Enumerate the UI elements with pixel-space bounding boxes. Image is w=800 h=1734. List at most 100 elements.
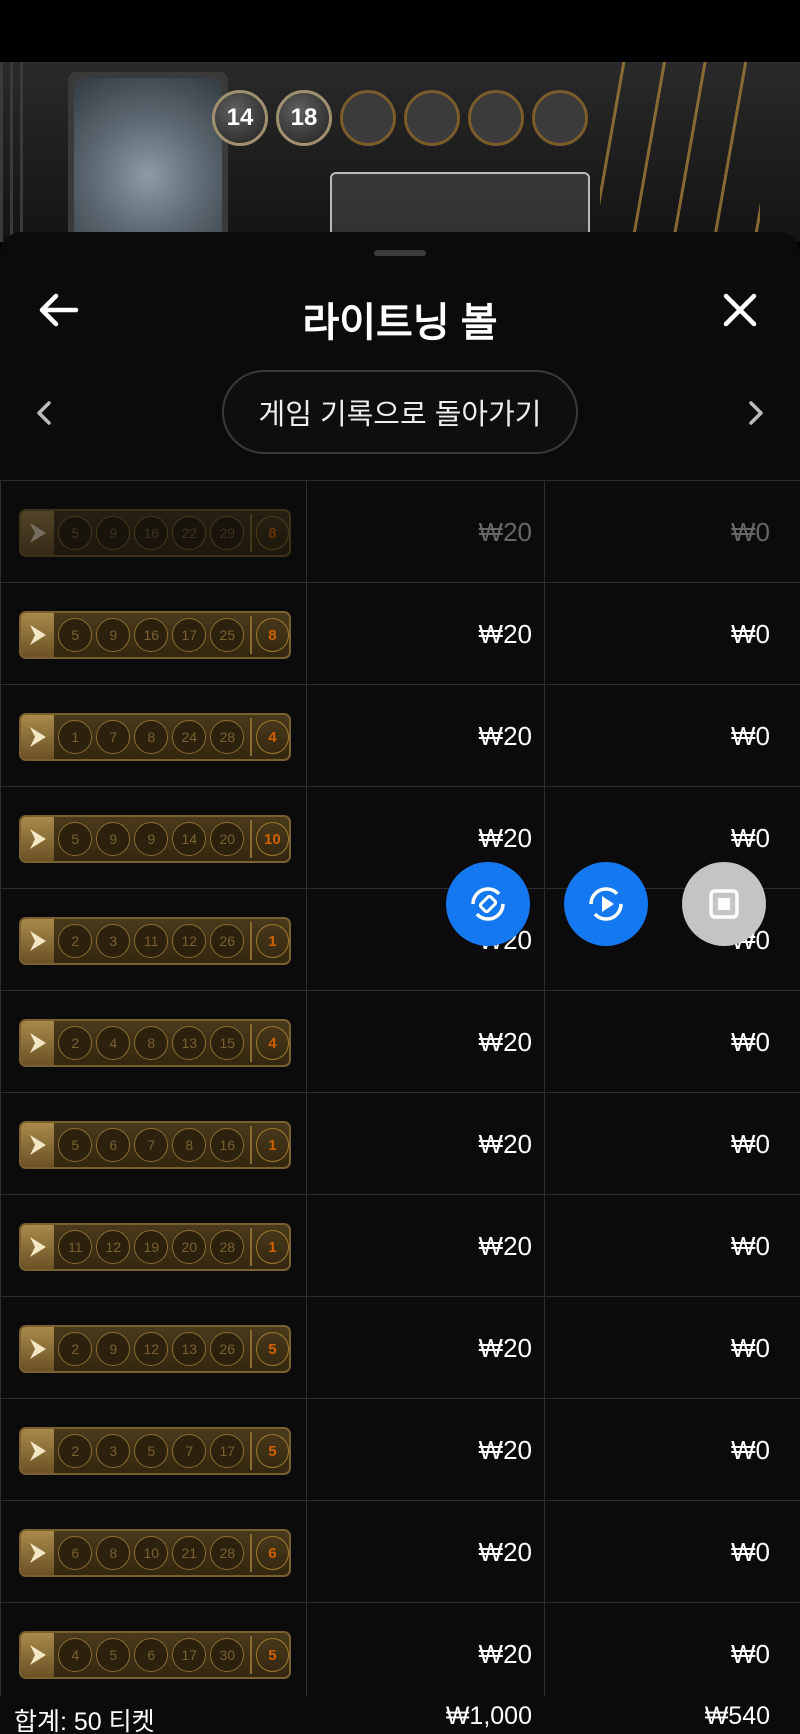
ticket-multiplier: 4	[255, 1026, 289, 1060]
ticket-stake: ₩20	[306, 1501, 544, 1603]
ticket-number: 7	[172, 1434, 207, 1468]
table-row[interactable]: 2 9 12 13 26 5 ₩20 ₩0	[0, 1296, 800, 1399]
ticket: 2 9 12 13 26 5	[19, 1325, 291, 1373]
ticket-number: 2	[58, 1434, 93, 1468]
ticket-multiplier: 8	[255, 516, 289, 550]
ticket-number: 21	[172, 1536, 207, 1570]
ticket-multiplier: 1	[255, 1128, 289, 1162]
stop-icon	[709, 889, 739, 919]
ticket-numbers: 5 9 9 14 20	[58, 822, 245, 856]
ticket-number: 30	[210, 1638, 245, 1672]
lightning-ball-logo-icon	[21, 1123, 55, 1167]
ticket-stake: ₩20	[306, 1195, 544, 1297]
ticket-number: 2	[58, 924, 93, 958]
table-row[interactable]: 5 9 9 14 20 10 ₩20 ₩0	[0, 786, 800, 889]
lightning-ball-logo-icon	[21, 1429, 55, 1473]
ticket-number: 28	[210, 1536, 245, 1570]
table-row[interactable]: 1 7 8 24 28 4 ₩20 ₩0	[0, 684, 800, 787]
ticket-number: 5	[134, 1434, 169, 1468]
ticket-divider	[250, 820, 252, 858]
ticket-number: 13	[172, 1026, 207, 1060]
ticket-stake: ₩20	[306, 991, 544, 1093]
ticket-number: 11	[134, 924, 169, 958]
ticket-stake: ₩20	[306, 1093, 544, 1195]
ticket-number: 22	[172, 516, 207, 550]
table-row[interactable]: 231112261₩20₩0	[0, 888, 800, 991]
chevron-right-icon	[749, 401, 763, 425]
ticket-number: 16	[134, 516, 169, 550]
ticket-multiplier: 5	[255, 1332, 289, 1366]
ticket-payout: ₩0	[544, 1399, 800, 1501]
empty-ball-slot	[468, 90, 524, 146]
close-button[interactable]	[716, 286, 764, 334]
stop-button[interactable]	[682, 862, 766, 946]
ticket-number: 6	[96, 1128, 131, 1162]
total-stake: ₩1,000	[445, 1702, 532, 1730]
ticket: 5 6 7 8 16 1	[19, 1121, 291, 1169]
page-title: 라이트닝 볼	[302, 301, 498, 345]
back-to-history-button[interactable]: 게임 기록으로 돌아가기	[222, 370, 578, 454]
ticket-number: 8	[172, 1128, 207, 1162]
ticket-number: 5	[58, 618, 93, 652]
empty-ball-slot	[532, 90, 588, 146]
table-row[interactable]: 2 4 8 13 15 4 ₩20 ₩0	[0, 990, 800, 1093]
ticket-numbers: 5 9 16 22 29	[58, 516, 245, 550]
ticket-number: 17	[210, 1434, 245, 1468]
status-bar	[0, 0, 800, 62]
total-payout: ₩540	[704, 1702, 770, 1730]
ticket: 11 12 19 20 28 1	[19, 1223, 291, 1271]
ticket-number: 4	[96, 1026, 131, 1060]
ticket-multiplier: 10	[255, 822, 289, 856]
ticket-number: 4	[58, 1638, 93, 1672]
drawn-ball: 14	[212, 90, 268, 146]
ticket-stake: ₩20	[306, 481, 544, 583]
replay-icon	[589, 887, 623, 921]
ticket-number: 16	[134, 618, 169, 652]
ticket-number: 12	[172, 924, 207, 958]
ticket-number: 28	[210, 1230, 245, 1264]
ticket-number: 12	[96, 1230, 131, 1264]
table-row[interactable]: 5 9 16 17 25 8 ₩20 ₩0	[0, 582, 800, 685]
ticket-number: 16	[210, 1128, 245, 1162]
ticket-cell: 2 3 5 7 17 5	[0, 1399, 306, 1501]
ticket-divider	[250, 1636, 252, 1674]
ticket-divider	[250, 514, 252, 552]
ticket-number: 5	[58, 1128, 93, 1162]
ticket: 5 9 16 22 29 8	[19, 509, 291, 557]
ticket-cell: 6 8 10 21 28 6	[0, 1501, 306, 1603]
ticket-cell: 5 9 16 22 29 8	[0, 481, 306, 583]
table-row[interactable]: 2 3 5 7 17 5 ₩20 ₩0	[0, 1398, 800, 1501]
table-row[interactable]: 11 12 19 20 28 1 ₩20 ₩0	[0, 1194, 800, 1297]
ticket-payout: ₩0	[544, 1603, 800, 1705]
table-row[interactable]: 5 6 7 8 16 1 ₩20 ₩0	[0, 1092, 800, 1195]
ticket: 5 9 16 17 25 8	[19, 611, 291, 659]
ticket-numbers: 11 12 19 20 28	[58, 1230, 245, 1264]
ticket-multiplier: 6	[255, 1536, 289, 1570]
drag-handle[interactable]	[374, 250, 426, 256]
table-row[interactable]: 4 5 6 17 30 5 ₩20 ₩0	[0, 1602, 800, 1705]
ticket-numbers: 4 5 6 17 30	[58, 1638, 245, 1672]
ticket-divider	[250, 616, 252, 654]
ticket-multiplier: 4	[255, 720, 289, 754]
ticket-payout: ₩0	[544, 1195, 800, 1297]
drawn-ball: 18	[276, 90, 332, 146]
previous-round-button[interactable]	[28, 396, 62, 430]
ticket-cell: 5 9 16 17 25 8	[0, 583, 306, 685]
ticket-multiplier: 1	[255, 924, 289, 958]
ticket-number: 5	[96, 1638, 131, 1672]
ticket-number: 7	[134, 1128, 169, 1162]
ticket-multiplier: 8	[255, 618, 289, 652]
ticket-stake: ₩20	[306, 583, 544, 685]
replay-button[interactable]	[564, 862, 648, 946]
table-row[interactable]: 5 9 16 22 29 8 ₩20 ₩0	[0, 480, 800, 583]
table-row[interactable]: 6 8 10 21 28 6 ₩20 ₩0	[0, 1500, 800, 1603]
rotate-button[interactable]	[446, 862, 530, 946]
ticket-divider	[250, 1228, 252, 1266]
ticket-divider	[250, 922, 252, 960]
ticket-divider	[250, 718, 252, 756]
panel-header: 라이트닝 볼	[0, 270, 800, 350]
ticket-payout: ₩0	[544, 685, 800, 787]
ticket: 2 4 8 13 15 4	[19, 1019, 291, 1067]
next-round-button[interactable]	[738, 396, 772, 430]
ticket-number: 10	[134, 1536, 169, 1570]
